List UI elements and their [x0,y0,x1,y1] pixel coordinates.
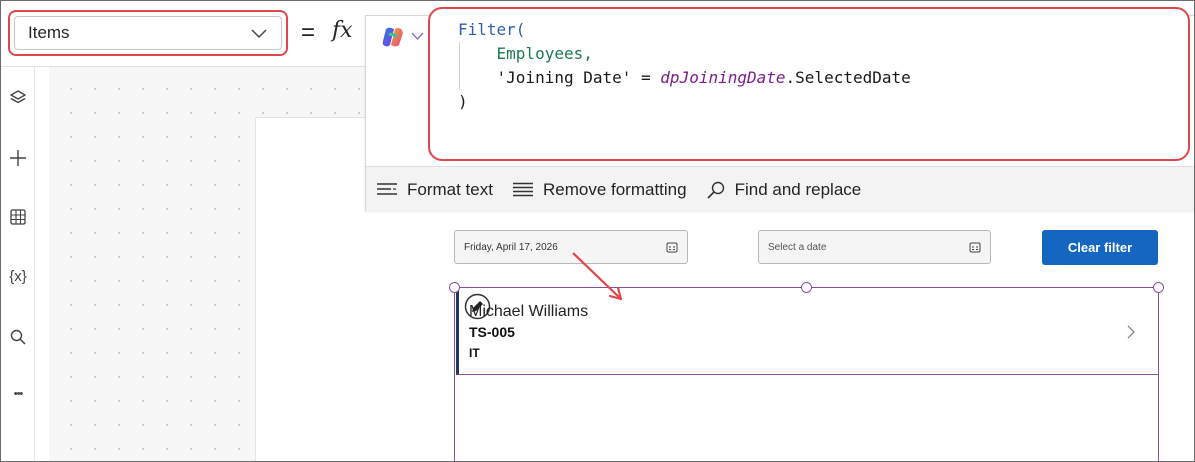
employee-department: IT [469,346,480,360]
code-filter-fn: Filter( [458,20,526,39]
calendar-icon [666,242,678,253]
chevron-down-icon [251,29,267,39]
variables-glyph: {x} [9,267,27,285]
left-rail: {x} ••• [1,67,35,461]
formula-code[interactable]: Filter( Employees, 'Joining Date' = dpJo… [458,18,911,114]
property-dropdown-highlight: Items [8,10,288,56]
code-operator: = [631,68,661,87]
table-icon[interactable] [8,207,28,227]
date-picker-placeholder: Select a date [768,241,827,253]
employee-id: TS-005 [469,324,515,340]
date-picker-2[interactable]: Select a date [758,230,991,264]
find-icon [707,181,724,199]
resize-handle[interactable] [801,282,812,293]
layers-icon[interactable] [8,88,28,108]
code-datasource: Employees, [496,44,593,63]
format-toolbar: Format text Remove formatting Find and r… [366,166,1194,212]
date-picker-value: Friday, April 17, 2026 [464,241,558,253]
formula-editor-panel: Filter( Employees, 'Joining Date' = dpJo… [365,7,1194,212]
format-text-label: Format text [407,179,493,199]
employee-gallery[interactable]: Michael Williams TS-005 IT [454,287,1159,461]
format-text-icon [377,182,397,195]
gallery-item[interactable]: Michael Williams TS-005 IT [456,288,1158,375]
variables-icon[interactable]: {x} [8,266,28,286]
remove-formatting-label: Remove formatting [542,179,687,199]
more-icon[interactable]: ••• [8,384,28,404]
resize-handle[interactable] [1153,282,1164,293]
screenshot-frame: {x} ••• Items = fx Filter(Employees, 'J… [0,0,1195,462]
resize-handle[interactable] [449,282,460,293]
format-text-button[interactable]: Format text [376,180,493,200]
formula-code-highlight[interactable]: Filter( Employees, 'Joining Date' = dpJo… [428,7,1190,161]
joining-date-picker[interactable]: Friday, April 17, 2026 [454,230,688,264]
property-dropdown[interactable]: Items [14,16,282,50]
search-icon[interactable] [8,327,28,347]
code-property: .SelectedDate [785,68,911,87]
chevron-down-icon[interactable] [411,31,424,41]
code-field: 'Joining Date' [496,68,632,87]
clear-filter-button[interactable]: Clear filter [1042,230,1158,265]
copilot-icon[interactable] [381,26,405,48]
code-control: dpJoiningDate [660,68,786,87]
code-close-paren: ) [458,92,468,111]
employee-name: Michael Williams [469,303,589,320]
equals-sign: = [301,19,316,46]
more-glyph: ••• [13,388,24,400]
property-value: Items [28,23,70,42]
chevron-right-icon[interactable] [1126,325,1136,339]
fx-icon: fx [332,18,353,43]
find-replace-button[interactable]: Find and replace [706,179,862,200]
remove-formatting-icon [512,182,533,196]
plus-icon[interactable] [8,148,28,168]
find-replace-label: Find and replace [734,179,862,199]
remove-formatting-button[interactable]: Remove formatting [512,180,687,200]
calendar-icon [969,242,981,253]
